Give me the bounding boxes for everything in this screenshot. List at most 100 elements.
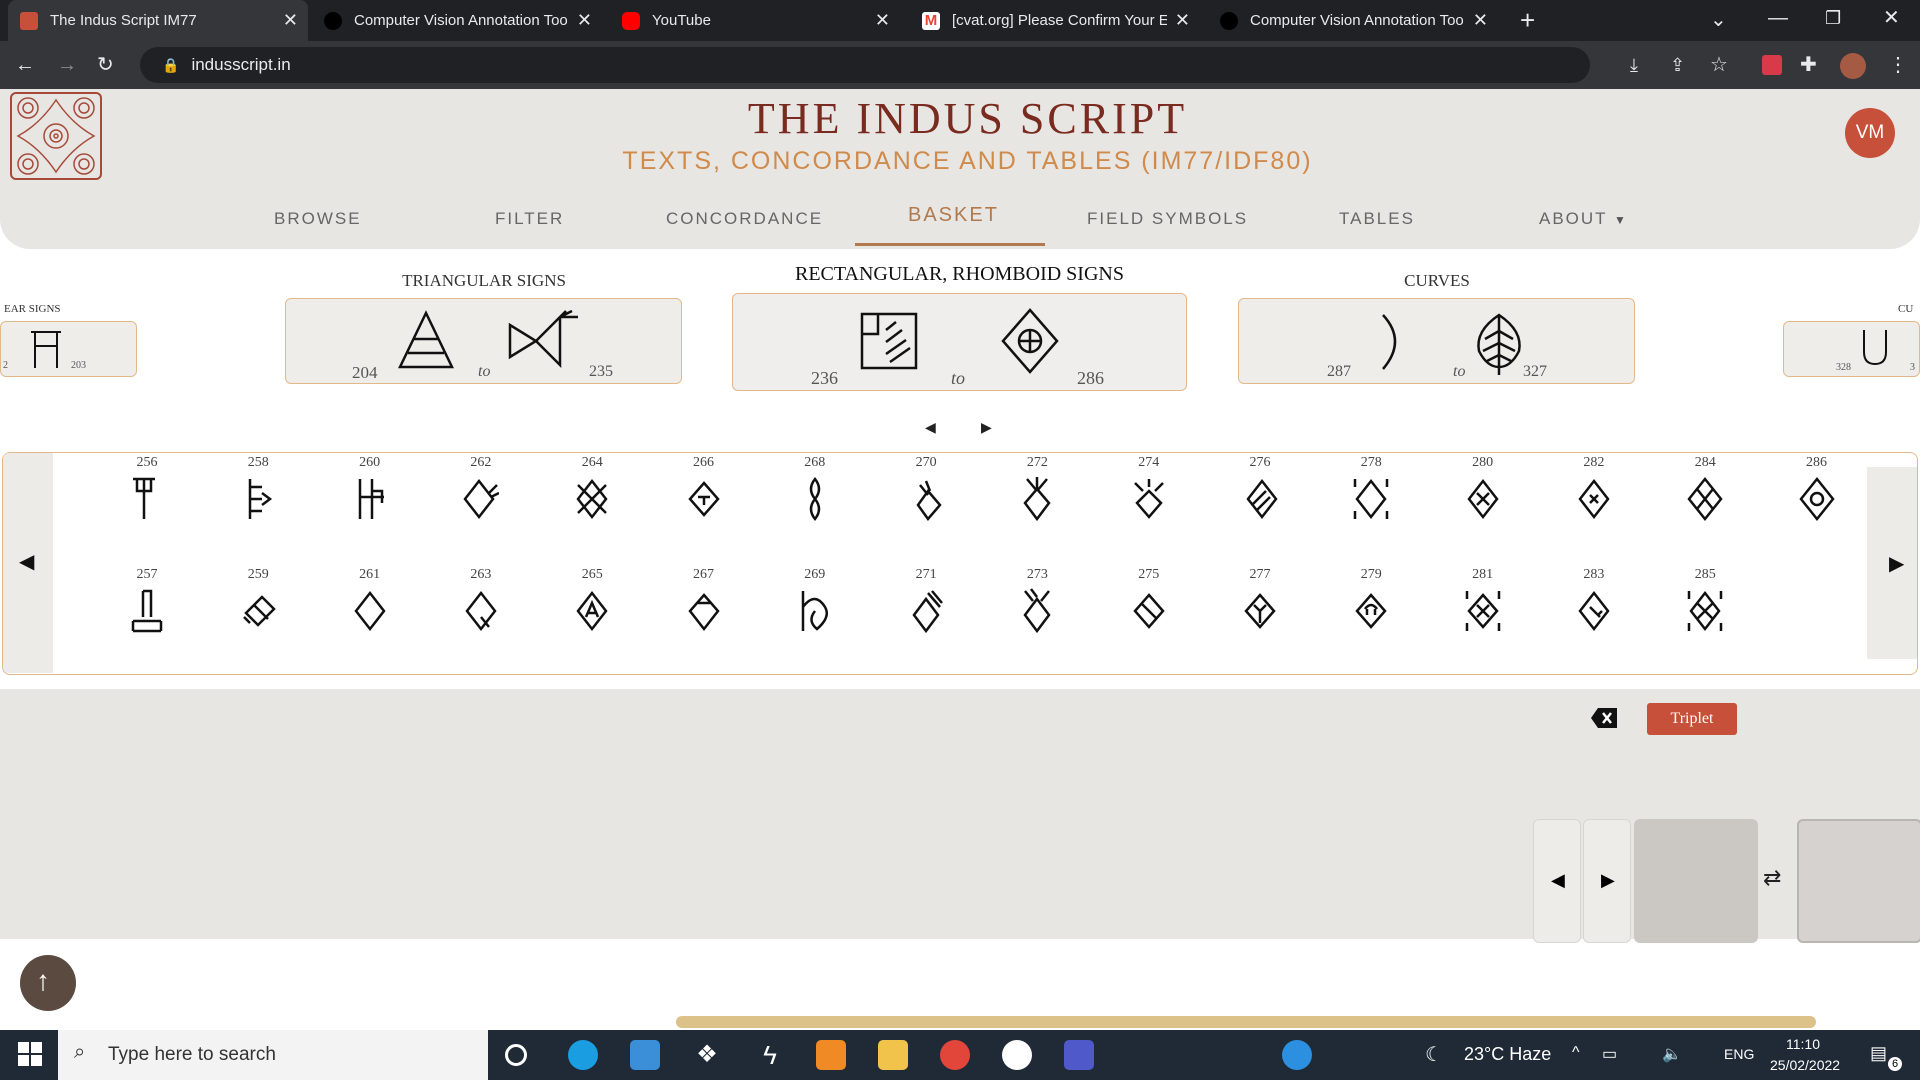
category-card-rect-active[interactable]: 236 to 286 — [732, 293, 1187, 391]
close-tab-icon[interactable]: ✕ — [283, 10, 298, 31]
sign-cell[interactable]: 262 — [441, 455, 521, 523]
swap-arrows-icon[interactable]: ⇄ — [1763, 865, 1781, 891]
nav-concordance[interactable]: CONCORDANCE — [666, 209, 823, 229]
chrome-icon[interactable] — [940, 1040, 970, 1070]
scroll-to-top-button[interactable]: ↑ — [20, 955, 76, 1011]
nav-tables[interactable]: TABLES — [1339, 209, 1415, 229]
bookmark-star-icon[interactable]: ☆ — [1710, 51, 1728, 79]
sign-cell[interactable]: 256 — [107, 455, 187, 523]
pocket-extension-icon[interactable] — [1762, 55, 1782, 75]
sign-cell[interactable]: 278 — [1331, 455, 1411, 523]
nav-basket[interactable]: BASKET — [908, 204, 999, 227]
taskbar-search-box[interactable]: ⌕ Type here to search — [58, 1030, 488, 1080]
sign-cell[interactable]: 285 — [1665, 567, 1745, 635]
category-card-curves[interactable]: 287 to 327 — [1238, 298, 1635, 384]
new-tab-icon[interactable]: + — [1520, 6, 1535, 34]
minimize-icon[interactable]: — — [1768, 4, 1788, 32]
menu-kebab-icon[interactable]: ⋮ — [1888, 51, 1908, 79]
nav-browse[interactable]: BROWSE — [274, 209, 362, 229]
extensions-puzzle-icon[interactable]: ✚ — [1800, 51, 1817, 79]
windows-start-icon[interactable] — [18, 1042, 42, 1066]
sign-cell[interactable]: 259 — [218, 567, 298, 635]
user-avatar[interactable]: VM — [1845, 108, 1895, 158]
nav-field-symbols[interactable]: FIELD SYMBOLS — [1087, 209, 1248, 229]
grid-scroll-right[interactable]: ▶ — [1867, 467, 1917, 659]
tab-search-chevron-icon[interactable]: ⌄ — [1710, 6, 1727, 34]
cortana-icon[interactable] — [505, 1044, 527, 1066]
sign-cell[interactable]: 269 — [775, 567, 855, 635]
sign-cell[interactable]: 274 — [1109, 455, 1189, 523]
tab-cvat-2[interactable]: Computer Vision Annotation Too ✕ — [1208, 0, 1498, 41]
install-icon[interactable]: ⤓ — [1630, 51, 1638, 79]
language-indicator[interactable]: ENG — [1724, 1046, 1754, 1062]
category-card-next[interactable]: 328 3 — [1783, 321, 1920, 377]
sign-cell[interactable]: 261 — [330, 567, 410, 635]
close-tab-icon[interactable]: ✕ — [577, 10, 592, 31]
address-bar[interactable]: 🔒 indusscript.in — [140, 47, 1590, 83]
share-icon[interactable]: ⇪ — [1670, 51, 1685, 79]
profile-avatar[interactable] — [1840, 53, 1866, 79]
restore-icon[interactable]: ❐ — [1825, 4, 1841, 32]
sign-cell[interactable]: 263 — [441, 567, 521, 635]
category-next-arrow-icon[interactable]: ▶ — [981, 419, 992, 436]
sign-cell[interactable]: 286 — [1777, 455, 1857, 523]
sign-cell[interactable]: 273 — [997, 567, 1077, 635]
notification-icon[interactable]: ▤ — [1870, 1043, 1887, 1064]
dropbox-icon[interactable]: ❖ — [692, 1040, 722, 1070]
teams-icon[interactable] — [1064, 1040, 1094, 1070]
sign-cell[interactable]: 268 — [775, 455, 855, 523]
sign-cell[interactable]: 276 — [1220, 455, 1300, 523]
sign-cell[interactable]: 267 — [664, 567, 744, 635]
tab-gmail[interactable]: M [cvat.org] Please Confirm Your E ✕ — [910, 0, 1200, 41]
weather-text[interactable]: 23°C Haze — [1464, 1044, 1551, 1065]
back-icon[interactable]: ← — [15, 51, 35, 79]
sign-cell[interactable]: 277 — [1220, 567, 1300, 635]
sign-cell[interactable]: 265 — [552, 567, 632, 635]
clock-time[interactable]: 11:10 — [1786, 1036, 1820, 1052]
tray-chevron-icon[interactable]: ^ — [1572, 1044, 1580, 1062]
window-close-icon[interactable]: ✕ — [1883, 4, 1900, 32]
clear-backspace-icon[interactable] — [1590, 707, 1618, 729]
grid-scroll-left[interactable]: ◀ — [3, 453, 53, 673]
category-card-prev[interactable]: 2 203 — [0, 321, 137, 377]
tab-cvat-1[interactable]: Computer Vision Annotation Too ✕ — [312, 0, 602, 41]
help-icon[interactable] — [1282, 1040, 1312, 1070]
basket-slot-2[interactable] — [1797, 819, 1920, 943]
tab-youtube[interactable]: YouTube ✕ — [610, 0, 900, 41]
sign-cell[interactable]: 275 — [1109, 567, 1189, 635]
horizontal-scrollbar[interactable] — [676, 1016, 1816, 1028]
sign-cell[interactable]: 270 — [886, 455, 966, 523]
sign-cell[interactable]: 281 — [1443, 567, 1523, 635]
sign-cell[interactable]: 264 — [552, 455, 632, 523]
tab-indus-script[interactable]: The Indus Script IM77 ✕ — [8, 0, 308, 41]
sign-cell[interactable]: 272 — [997, 455, 1077, 523]
sign-cell[interactable]: 271 — [886, 567, 966, 635]
category-card-triangular[interactable]: 204 to 235 — [285, 298, 682, 384]
basket-slot-1[interactable] — [1634, 819, 1758, 943]
basket-next-button[interactable]: ▶ — [1583, 819, 1631, 943]
nav-about[interactable]: ABOUT ▼ — [1539, 209, 1628, 229]
sign-cell[interactable]: 258 — [218, 455, 298, 523]
app-lightning-icon[interactable]: ϟ — [755, 1040, 785, 1070]
triplet-button[interactable]: Triplet — [1647, 703, 1737, 735]
sign-cell[interactable]: 260 — [330, 455, 410, 523]
nav-filter[interactable]: FILTER — [495, 209, 564, 229]
close-tab-icon[interactable]: ✕ — [1473, 10, 1488, 31]
mail-icon[interactable] — [630, 1040, 660, 1070]
sign-cell[interactable]: 282 — [1554, 455, 1634, 523]
close-tab-icon[interactable]: ✕ — [875, 10, 890, 31]
file-explorer-icon[interactable] — [878, 1040, 908, 1070]
sign-cell[interactable]: 280 — [1443, 455, 1523, 523]
clock-date[interactable]: 25/02/2022 — [1770, 1057, 1840, 1073]
sign-cell[interactable]: 283 — [1554, 567, 1634, 635]
sublime-icon[interactable] — [816, 1040, 846, 1070]
sign-cell[interactable]: 284 — [1665, 455, 1745, 523]
edge-icon[interactable] — [568, 1040, 598, 1070]
close-tab-icon[interactable]: ✕ — [1175, 10, 1190, 31]
category-prev-arrow-icon[interactable]: ◀ — [925, 419, 936, 436]
tray-network-icon[interactable]: ▭ — [1602, 1044, 1617, 1064]
reload-icon[interactable]: ↻ — [97, 51, 114, 79]
sign-cell[interactable]: 257 — [107, 567, 187, 635]
app-w-icon[interactable] — [1002, 1040, 1032, 1070]
basket-prev-button[interactable]: ◀ — [1533, 819, 1581, 943]
